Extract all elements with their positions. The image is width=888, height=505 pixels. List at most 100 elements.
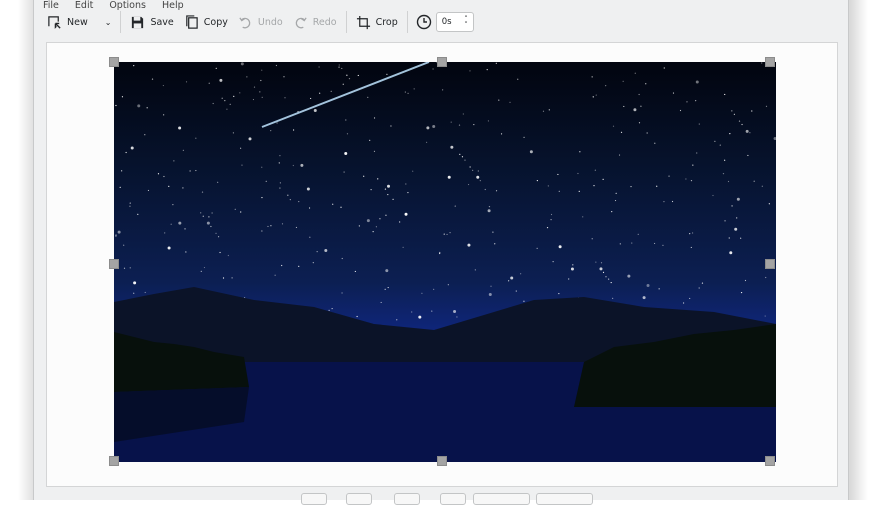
- star: [517, 78, 519, 80]
- star: [449, 232, 451, 234]
- star: [308, 207, 311, 209]
- star: [343, 171, 345, 173]
- resize-handle-right[interactable]: [765, 259, 775, 269]
- star: [558, 245, 562, 249]
- star: [340, 206, 342, 208]
- star: [622, 80, 624, 82]
- star: [195, 137, 197, 139]
- star: [450, 145, 454, 149]
- new-button[interactable]: New ⌄: [42, 10, 116, 34]
- star: [734, 227, 738, 231]
- star: [115, 235, 117, 237]
- star: [222, 277, 225, 279]
- star: [595, 261, 597, 263]
- copy-button[interactable]: Copy: [179, 10, 233, 34]
- star: [615, 192, 617, 194]
- star: [764, 315, 766, 317]
- star: [246, 76, 248, 78]
- star: [375, 226, 377, 228]
- star: [738, 120, 741, 122]
- resize-handle-bottom-right[interactable]: [765, 456, 775, 466]
- star: [345, 119, 347, 121]
- star: [379, 218, 381, 220]
- bottom-tool-button[interactable]: [346, 493, 372, 505]
- crop-icon: [356, 15, 370, 29]
- star: [144, 134, 146, 136]
- star: [372, 231, 374, 233]
- star: [137, 104, 141, 108]
- star: [476, 175, 480, 179]
- star: [612, 125, 615, 127]
- star: [610, 281, 612, 284]
- star: [642, 296, 646, 300]
- star: [202, 215, 204, 217]
- star: [274, 274, 276, 276]
- star: [208, 82, 210, 84]
- bottom-action-button[interactable]: [473, 493, 530, 505]
- star: [182, 187, 184, 189]
- star: [281, 264, 283, 267]
- star: [631, 242, 633, 244]
- star: [399, 221, 401, 223]
- star: [167, 246, 171, 250]
- star: [637, 233, 639, 235]
- spin-arrows-icon[interactable]: ˄ ˅: [464, 16, 468, 29]
- bottom-action-button[interactable]: [536, 493, 593, 505]
- star: [672, 92, 675, 94]
- night-sky-image: [114, 62, 776, 462]
- save-button[interactable]: Save: [125, 10, 178, 34]
- star: [768, 203, 770, 205]
- resize-handle-left[interactable]: [109, 259, 119, 269]
- star: [729, 251, 733, 255]
- separator: [345, 11, 347, 33]
- bottom-tool-button[interactable]: [440, 493, 466, 505]
- star: [714, 140, 716, 143]
- resize-handle-top-left[interactable]: [109, 57, 119, 67]
- resize-handle-bottom-left[interactable]: [109, 456, 119, 466]
- delay-spinbox[interactable]: 0s ˄ ˅: [435, 12, 474, 32]
- star: [510, 276, 514, 280]
- star: [724, 93, 726, 96]
- star: [461, 156, 464, 158]
- star: [646, 284, 650, 288]
- crop-button[interactable]: Crop: [351, 10, 403, 34]
- star: [200, 212, 202, 214]
- star: [431, 310, 433, 312]
- star: [582, 216, 584, 218]
- resize-handle-top-right[interactable]: [765, 57, 775, 67]
- resize-handle-bottom[interactable]: [437, 456, 447, 466]
- star: [369, 139, 371, 141]
- shooting-star: [261, 62, 430, 128]
- redo-button[interactable]: Redo: [288, 10, 342, 34]
- chevron-down-icon[interactable]: ⌄: [105, 18, 112, 27]
- annotation-canvas[interactable]: [46, 42, 838, 487]
- star: [447, 284, 449, 286]
- star: [433, 288, 435, 290]
- star: [310, 97, 312, 100]
- resize-handle-top[interactable]: [437, 57, 447, 67]
- star: [689, 297, 691, 300]
- star: [289, 199, 291, 201]
- star: [638, 93, 640, 96]
- bottom-tool-button[interactable]: [394, 493, 420, 505]
- screenshot-image[interactable]: [114, 62, 776, 462]
- star: [210, 225, 212, 228]
- star: [261, 69, 263, 71]
- star: [458, 124, 461, 126]
- new-screenshot-icon: [48, 15, 61, 29]
- star: [261, 166, 263, 168]
- star: [319, 92, 321, 94]
- star: [640, 105, 642, 107]
- bottom-tool-button[interactable]: [301, 493, 327, 505]
- star: [432, 68, 434, 70]
- undo-button[interactable]: Undo: [233, 10, 288, 34]
- star: [689, 233, 691, 235]
- star: [696, 152, 698, 154]
- star: [367, 96, 369, 98]
- star: [402, 246, 404, 248]
- star: [396, 319, 398, 321]
- star: [662, 244, 664, 246]
- copy-label: Copy: [203, 16, 228, 28]
- star: [232, 132, 235, 134]
- star: [217, 236, 220, 238]
